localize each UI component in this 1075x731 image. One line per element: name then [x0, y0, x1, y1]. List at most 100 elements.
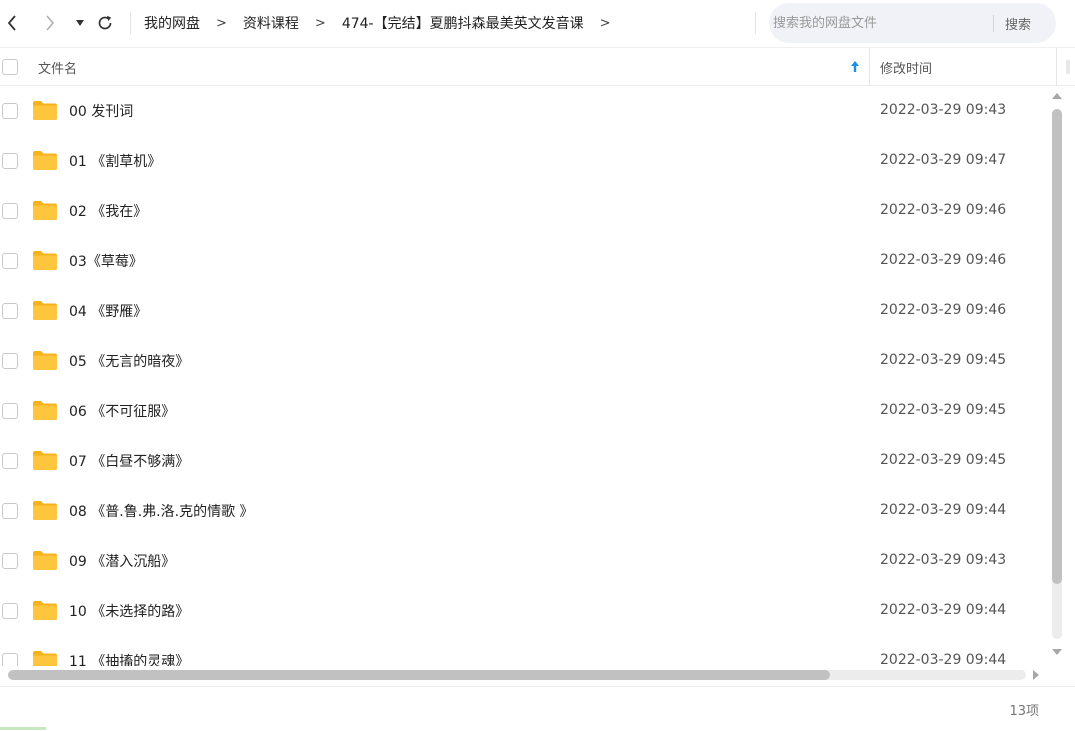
folder-icon	[33, 451, 57, 470]
refresh-button[interactable]	[93, 11, 117, 35]
file-row[interactable]: 06 《不可征服》 2022-03-29 09:45	[0, 386, 1048, 436]
modified-time: 2022-03-29 09:44	[880, 502, 1007, 518]
breadcrumb-separator: >	[314, 15, 326, 31]
row-checkbox[interactable]	[2, 403, 18, 419]
modified-time: 2022-03-29 09:46	[880, 202, 1007, 218]
arrow-up-icon[interactable]	[849, 59, 861, 75]
file-name[interactable]: 08 《普.鲁.弗.洛.克的情歌 》	[69, 501, 254, 521]
file-name[interactable]: 05 《无言的暗夜》	[69, 351, 189, 371]
refresh-icon	[98, 15, 112, 30]
folder-icon	[33, 151, 57, 170]
search-divider	[993, 15, 994, 32]
row-checkbox[interactable]	[2, 553, 18, 569]
row-checkbox[interactable]	[2, 303, 18, 319]
modified-time: 2022-03-29 09:43	[880, 102, 1007, 118]
column-header-name[interactable]: 文件名	[38, 58, 77, 77]
file-row[interactable]: 10 《未选择的路》 2022-03-29 09:44	[0, 586, 1048, 636]
file-name[interactable]: 11 《抽搐的灵魂》	[69, 651, 189, 666]
row-checkbox[interactable]	[2, 453, 18, 469]
folder-icon	[33, 551, 57, 570]
search-input[interactable]	[773, 13, 983, 33]
folder-icon	[33, 251, 57, 270]
modified-time: 2022-03-29 09:46	[880, 252, 1007, 268]
file-row[interactable]: 07 《白昼不够满》 2022-03-29 09:45	[0, 436, 1048, 486]
status-indicator-line	[0, 727, 46, 730]
breadcrumb-item-courses[interactable]: 资料课程	[243, 13, 299, 33]
forward-button[interactable]	[38, 11, 62, 35]
modified-time: 2022-03-29 09:44	[880, 652, 1007, 666]
file-name[interactable]: 01 《割草机》	[69, 151, 161, 171]
vertical-scroll-thumb[interactable]	[1052, 109, 1062, 584]
breadcrumb-separator: >	[216, 15, 227, 31]
select-all-checkbox[interactable]	[2, 59, 18, 75]
breadcrumb: 我的网盘 > 资料课程 > 474-【完结】夏鹏抖森最美英文发音课 >	[144, 13, 627, 33]
status-bar: 13项	[0, 686, 1075, 731]
row-checkbox[interactable]	[2, 353, 18, 369]
history-dropdown-button[interactable]	[68, 11, 92, 35]
list-header: 文件名 修改时间	[0, 47, 1075, 86]
breadcrumb-item-my-disk[interactable]: 我的网盘	[144, 13, 200, 33]
modified-time: 2022-03-29 09:46	[880, 302, 1007, 318]
back-button[interactable]	[0, 11, 24, 35]
file-name[interactable]: 07 《白昼不够满》	[69, 451, 189, 471]
row-checkbox[interactable]	[2, 203, 18, 219]
file-name[interactable]: 06 《不可征服》	[69, 401, 175, 421]
scroll-up-arrow-icon[interactable]	[1052, 93, 1062, 99]
folder-icon	[33, 501, 57, 520]
row-checkbox[interactable]	[2, 103, 18, 119]
breadcrumb-item-current-folder[interactable]: 474-【完结】夏鹏抖森最美英文发音课	[342, 13, 584, 33]
search-box: 搜索	[769, 3, 1056, 43]
toolbar-divider	[755, 12, 756, 34]
row-checkbox[interactable]	[2, 603, 18, 619]
horizontal-scrollbar[interactable]	[6, 667, 1046, 683]
column-header-overflow	[1066, 60, 1070, 74]
modified-time: 2022-03-29 09:45	[880, 452, 1007, 468]
column-divider[interactable]	[1056, 48, 1057, 86]
file-row[interactable]: 05 《无言的暗夜》 2022-03-29 09:45	[0, 336, 1048, 386]
file-row[interactable]: 04 《野雁》 2022-03-29 09:46	[0, 286, 1048, 336]
file-name[interactable]: 00 发刊词	[69, 101, 133, 121]
file-row[interactable]: 08 《普.鲁.弗.洛.克的情歌 》 2022-03-29 09:44	[0, 486, 1048, 536]
column-divider[interactable]	[869, 48, 870, 86]
vertical-scrollbar[interactable]	[1050, 88, 1064, 662]
modified-time: 2022-03-29 09:45	[880, 352, 1007, 368]
breadcrumb-separator[interactable]: >	[600, 16, 611, 31]
file-list: 00 发刊词 2022-03-29 09:43 01 《割草机》 2022-03-29…	[0, 86, 1048, 666]
file-name[interactable]: 10 《未选择的路》	[69, 601, 189, 621]
row-checkbox[interactable]	[2, 153, 18, 169]
file-row[interactable]: 01 《割草机》 2022-03-29 09:47	[0, 136, 1048, 186]
row-checkbox[interactable]	[2, 653, 18, 666]
modified-time: 2022-03-29 09:44	[880, 602, 1007, 618]
caret-down-icon	[76, 20, 84, 26]
row-checkbox[interactable]	[2, 253, 18, 269]
file-name[interactable]: 03《草莓》	[69, 251, 143, 271]
folder-icon	[33, 651, 57, 666]
file-row[interactable]: 09 《潜入沉船》 2022-03-29 09:43	[0, 536, 1048, 586]
file-name[interactable]: 02 《我在》	[69, 201, 147, 221]
file-row[interactable]: 11 《抽搐的灵魂》 2022-03-29 09:44	[0, 636, 1048, 666]
file-row[interactable]: 02 《我在》 2022-03-29 09:46	[0, 186, 1048, 236]
file-name[interactable]: 04 《野雁》	[69, 301, 147, 321]
file-row[interactable]: 03《草莓》 2022-03-29 09:46	[0, 236, 1048, 286]
toolbar-divider	[130, 12, 131, 34]
folder-icon	[33, 401, 57, 420]
modified-time: 2022-03-29 09:47	[880, 152, 1007, 168]
chevron-left-icon	[7, 15, 16, 31]
horizontal-scroll-thumb[interactable]	[8, 670, 830, 680]
chevron-right-icon	[46, 15, 55, 31]
file-row[interactable]: 00 发刊词 2022-03-29 09:43	[0, 86, 1048, 136]
modified-time: 2022-03-29 09:45	[880, 402, 1007, 418]
row-checkbox[interactable]	[2, 503, 18, 519]
scroll-right-arrow-icon[interactable]	[1033, 670, 1039, 680]
item-count: 13项	[1009, 704, 1039, 719]
toolbar: 我的网盘 > 资料课程 > 474-【完结】夏鹏抖森最美英文发音课 > 搜索	[0, 0, 1075, 46]
file-name[interactable]: 09 《潜入沉船》	[69, 551, 175, 571]
folder-icon	[33, 101, 57, 120]
scroll-down-arrow-icon[interactable]	[1052, 649, 1062, 655]
column-header-modified[interactable]: 修改时间	[880, 58, 932, 77]
folder-icon	[33, 301, 57, 320]
folder-icon	[33, 201, 57, 220]
search-button[interactable]: 搜索	[1005, 14, 1031, 33]
modified-time: 2022-03-29 09:43	[880, 552, 1007, 568]
folder-icon	[33, 351, 57, 370]
